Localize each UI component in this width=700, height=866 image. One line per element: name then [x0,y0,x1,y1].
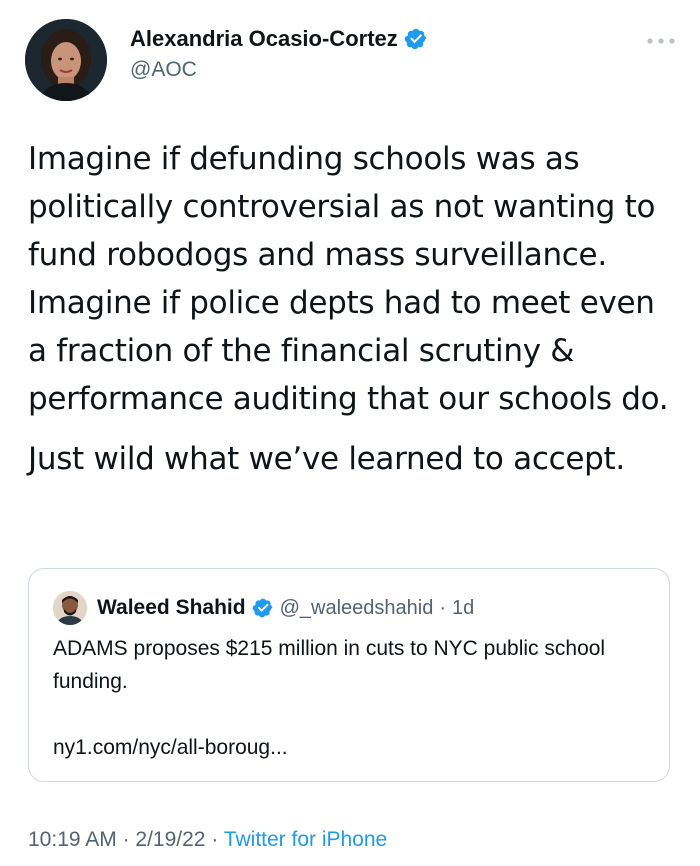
verified-badge-icon [404,28,426,50]
tweet-card: Alexandria Ocasio-Cortez @AOC Imagine if… [0,0,700,866]
avatar-photo-icon [53,591,87,625]
more-horizontal-icon [647,38,675,44]
more-options-button[interactable] [644,30,678,52]
quoted-author-avatar[interactable] [53,591,87,625]
author-avatar[interactable] [25,19,107,101]
author-handle[interactable]: @AOC [130,57,197,83]
quoted-tweet-time[interactable]: 1d [452,597,474,620]
separator-dot: · [122,828,130,851]
separator-dot: · [439,596,447,619]
verified-badge-icon [252,598,272,618]
avatar-photo-icon [25,19,107,101]
tweet-source-link[interactable]: Twitter for iPhone [224,828,387,851]
tweet-paragraph: Just wild what we’ve learned to accept. [28,441,625,477]
quoted-tweet-text: ADAMS proposes $215 million in cuts to N… [53,637,606,693]
quoted-tweet-header: Waleed Shahid @_waleedshahid · 1d [53,591,474,625]
author-name[interactable]: Alexandria Ocasio-Cortez [130,25,398,53]
tweet-date[interactable]: 2/19/22 [135,828,205,851]
tweet-paragraph: Imagine if defunding schools was as poli… [28,141,669,417]
quoted-tweet-card[interactable]: Waleed Shahid @_waleedshahid · 1d ADAMS … [28,568,670,782]
tweet-meta: 10:19 AM · 2/19/22 · Twitter for iPhone [28,826,387,854]
quoted-author-name[interactable]: Waleed Shahid [97,596,246,620]
tweet-text: Imagine if defunding schools was as poli… [28,135,678,483]
tweet-time[interactable]: 10:19 AM [28,828,117,851]
quoted-author-handle[interactable]: @_waleedshahid [280,597,434,620]
quoted-tweet-link[interactable]: ny1.com/nyc/all-boroug... [53,734,288,762]
separator-dot: · [211,828,219,851]
author-name-row: Alexandria Ocasio-Cortez [130,25,428,53]
